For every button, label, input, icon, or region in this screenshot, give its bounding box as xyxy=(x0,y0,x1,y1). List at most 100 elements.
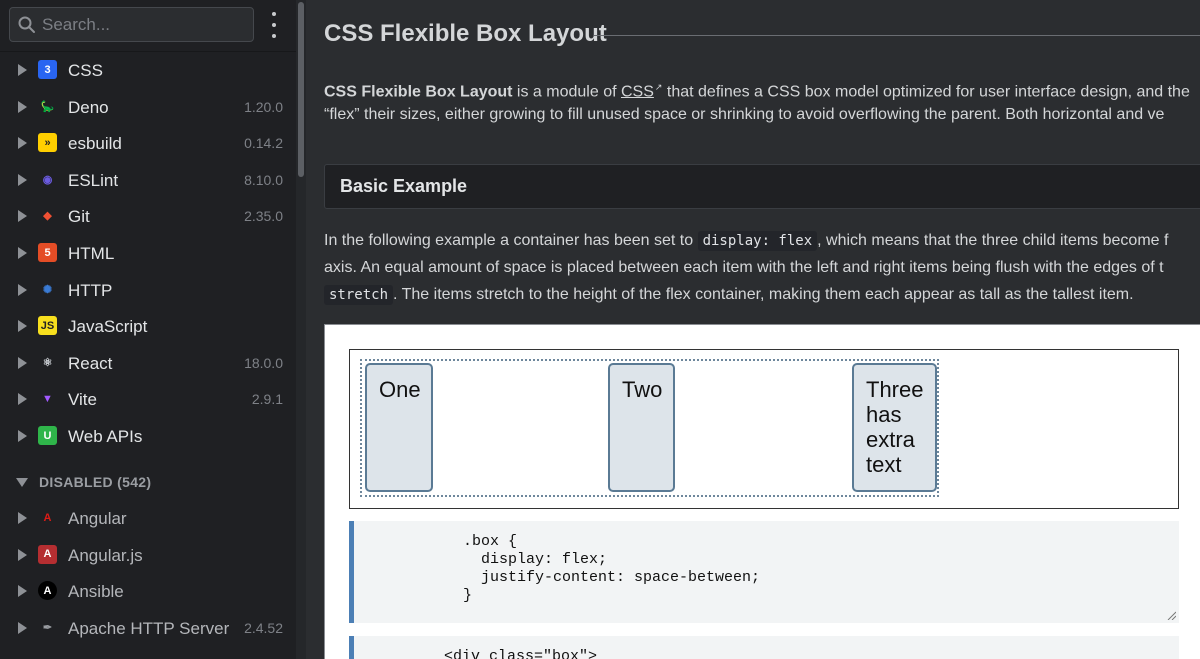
version-label: 1.20.0 xyxy=(244,98,283,115)
expand-caret-icon[interactable] xyxy=(18,320,27,333)
intro-text-2: that defines a CSS box model optimized f… xyxy=(662,83,1190,101)
expand-caret-icon[interactable] xyxy=(18,393,27,406)
vite-icon: ▼ xyxy=(42,392,53,405)
search-box[interactable] xyxy=(9,7,254,42)
live-example-frame: One Two Three has extra text .box { disp… xyxy=(324,324,1200,659)
sidebar-item-react[interactable]: ⚛ React 18.0.0 xyxy=(0,345,296,381)
scrollbar-thumb[interactable] xyxy=(298,2,304,177)
page-title: CSS Flexible Box Layout xyxy=(324,20,607,47)
expand-caret-icon[interactable] xyxy=(18,137,27,150)
sidebar-item-label: Vite xyxy=(68,390,97,410)
apache-feather-icon: ✒ xyxy=(42,621,53,634)
sidebar-item-http[interactable]: ✺ HTTP xyxy=(0,272,296,308)
intro-strong: CSS Flexible Box Layout xyxy=(324,83,513,101)
sidebar-item-git[interactable]: ◆ Git 2.35.0 xyxy=(0,198,296,234)
flex-item-one: One xyxy=(365,363,433,492)
expand-caret-icon[interactable] xyxy=(18,247,27,259)
angularjs-icon: A xyxy=(38,544,57,564)
example-paragraph-line-3: stretch. The items stretch to the height… xyxy=(324,281,1134,309)
git-icon: ◆ xyxy=(43,210,52,223)
section-title: Basic Example xyxy=(340,176,468,196)
expand-caret-icon[interactable] xyxy=(18,585,27,598)
sidebar-item-label: Apache HTTP Server xyxy=(68,618,230,638)
collapse-triangle-icon xyxy=(16,478,28,487)
sidebar-item-label: HTML xyxy=(68,244,115,263)
search-input[interactable] xyxy=(42,12,248,37)
sidebar-item-label: Deno xyxy=(68,97,109,117)
eslint-icon: ◉ xyxy=(42,173,53,186)
sidebar-item-web-apis[interactable]: U Web APIs xyxy=(0,418,296,454)
expand-caret-icon[interactable] xyxy=(18,430,27,442)
sidebar-item-apache-http-server[interactable]: ✒ Apache HTTP Server 2.4.52 xyxy=(0,610,296,646)
resize-handle-icon[interactable] xyxy=(1166,610,1176,620)
sidebar-item-label: esbuild xyxy=(68,134,122,154)
example-paragraph-line-2: axis. An equal amount of space is placed… xyxy=(324,259,1164,276)
css-code-editor[interactable]: .box { display: flex; justify-content: s… xyxy=(349,521,1179,623)
main-content: CSS Flexible Box Layout CSS Flexible Box… xyxy=(306,0,1200,659)
example-paragraph-line-1: In the following example a container has… xyxy=(324,227,1168,255)
sidebar-item-vite[interactable]: ▼ Vite 2.9.1 xyxy=(0,381,296,417)
inline-code: stretch xyxy=(324,285,394,305)
angular-icon: A xyxy=(43,511,52,524)
version-label: 2.35.0 xyxy=(244,208,283,225)
css-icon: 3 xyxy=(38,60,57,79)
sidebar-item-javascript[interactable]: JS JavaScript xyxy=(0,308,296,344)
sidebar-item-label: Git xyxy=(68,207,90,227)
sidebar-item-label: React xyxy=(68,353,113,373)
sidebar-item-angular-js[interactable]: A Angular.js xyxy=(0,537,296,573)
sidebar-item-label: Web APIs xyxy=(68,427,143,446)
sidebar-item-esbuild[interactable]: » esbuild 0.14.2 xyxy=(0,125,296,161)
intro-text: is a module of xyxy=(512,83,621,101)
version-label: 2.9.1 xyxy=(251,391,283,408)
version-label: 18.0.0 xyxy=(244,354,283,371)
sidebar-item-html[interactable]: 5 HTML xyxy=(0,235,296,271)
html-code-editor[interactable]: <div class="box"> xyxy=(349,636,1179,659)
css-code[interactable]: .box { display: flex; justify-content: s… xyxy=(354,521,1179,605)
sidebar-item-angular[interactable]: A Angular xyxy=(0,500,296,536)
expand-caret-icon[interactable] xyxy=(18,100,27,113)
sidebar-item-label: Angular.js xyxy=(68,545,143,565)
version-label: 0.14.2 xyxy=(244,135,283,152)
sidebar-item-eslint[interactable]: ◉ ESLint 8.10.0 xyxy=(0,162,296,198)
version-label: 2.4.52 xyxy=(244,619,283,636)
sidebar-item-label: CSS xyxy=(68,61,103,80)
expand-caret-icon[interactable] xyxy=(18,548,27,561)
sidebar-item-label: JavaScript xyxy=(68,317,148,337)
expand-caret-icon[interactable] xyxy=(18,356,27,369)
demo-box: One Two Three has extra text xyxy=(349,349,1179,509)
sidebar-item-label: Angular xyxy=(68,509,127,528)
flex-item-three: Three has extra text xyxy=(852,363,937,492)
inline-code: display: flex xyxy=(697,231,818,251)
expand-caret-icon[interactable] xyxy=(18,621,27,634)
sidebar: 3 CSS 🦕 Deno 1.20.0 » esbuild 0.14.2 ◉ ESLint 8.10… xyxy=(0,0,296,659)
html-icon: 5 xyxy=(38,243,57,262)
html-code[interactable]: <div class="box"> xyxy=(354,636,1179,659)
disabled-section-header[interactable]: DISABLED (542) xyxy=(0,471,296,495)
expand-caret-icon[interactable] xyxy=(18,173,27,186)
sidebar-item-ansible[interactable]: A Ansible xyxy=(0,573,296,609)
intro-paragraph-line-2: “flex” their sizes, either growing to fi… xyxy=(324,106,1165,123)
disabled-section-label: DISABLED (542) xyxy=(39,474,152,490)
sidebar-item-label: ESLint xyxy=(68,170,119,190)
react-icon: ⚛ xyxy=(42,356,53,369)
sidebar-item-label: Ansible xyxy=(68,582,124,602)
javascript-icon: JS xyxy=(38,316,57,336)
sidebar-item-deno[interactable]: 🦕 Deno 1.20.0 xyxy=(0,89,296,125)
section-header: Basic Example xyxy=(324,164,1200,209)
search-icon xyxy=(18,16,35,33)
expand-caret-icon[interactable] xyxy=(18,283,27,296)
title-rule xyxy=(594,35,1200,36)
ansible-icon: A xyxy=(38,581,57,601)
css-link[interactable]: CSS xyxy=(621,83,654,100)
version-label: 8.10.0 xyxy=(244,171,283,188)
example-text: . The items stretch to the height of the… xyxy=(393,286,1134,303)
expand-caret-icon[interactable] xyxy=(18,512,27,524)
sidebar-item-css[interactable]: 3 CSS xyxy=(0,52,296,88)
sidebar-scrollbar[interactable] xyxy=(296,0,306,659)
deno-icon: 🦕 xyxy=(40,100,55,113)
more-options-icon[interactable] xyxy=(266,12,282,38)
expand-caret-icon[interactable] xyxy=(18,210,27,223)
expand-caret-icon[interactable] xyxy=(18,64,27,76)
http-icon: ✺ xyxy=(42,283,53,296)
example-text: , which means that the three child items… xyxy=(817,232,1169,249)
